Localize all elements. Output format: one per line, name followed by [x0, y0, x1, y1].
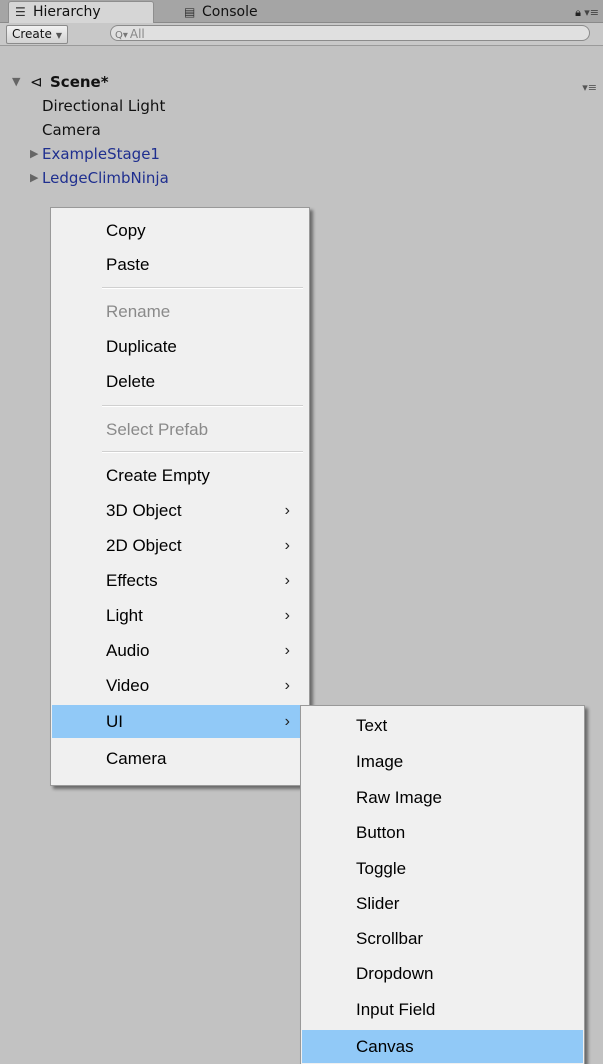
hierarchy-item[interactable]: Camera [0, 118, 603, 142]
menu-item-effects[interactable]: Effects › [52, 564, 308, 597]
expand-down-arrow-icon[interactable]: ▼ [12, 70, 20, 94]
submenu-item-raw-image[interactable]: Raw Image [302, 781, 583, 814]
hierarchy-item[interactable]: Directional Light [0, 94, 603, 118]
submenu-item-text[interactable]: Text [302, 709, 583, 742]
menu-item-light[interactable]: Light › [52, 599, 308, 632]
submenu-item-dropdown[interactable]: Dropdown [302, 957, 583, 990]
menu-item-delete[interactable]: Delete [52, 365, 308, 398]
menu-item-2d-object[interactable]: 2D Object › [52, 529, 308, 562]
hierarchy-list-icon: ☰ [15, 5, 26, 19]
tab-hierarchy[interactable]: ☰ Hierarchy [8, 1, 154, 23]
menu-item-label: Input Field [356, 1000, 436, 1019]
menu-item-video[interactable]: Video › [52, 669, 308, 702]
tab-menu-icon[interactable]: ▾≡ [584, 6, 599, 19]
search-icon: Q▾ [115, 30, 128, 41]
menu-item-label: Rename [106, 302, 171, 321]
chevron-right-icon: › [284, 502, 290, 519]
menu-item-label: Audio [106, 641, 150, 660]
menu-item-label: Canvas [356, 1037, 414, 1056]
chevron-right-icon: › [284, 713, 290, 730]
hierarchy-item-label: LedgeClimbNinja [42, 169, 169, 187]
context-menu: Copy Paste Rename Duplicate Delete Selec… [50, 207, 310, 786]
submenu-item-button[interactable]: Button [302, 816, 583, 849]
menu-item-create-empty[interactable]: Create Empty [52, 459, 308, 492]
expand-right-arrow-icon[interactable]: ▶ [30, 142, 38, 166]
menu-separator [102, 287, 303, 289]
menu-item-label: Dropdown [356, 964, 434, 983]
chevron-right-icon: › [284, 677, 290, 694]
chevron-down-icon: ▼ [55, 31, 63, 40]
menu-item-label: Raw Image [356, 788, 442, 807]
hierarchy-toolbar: Create ▼ Q▾ All [0, 23, 603, 46]
menu-item-label: Scrollbar [356, 929, 424, 948]
menu-item-copy[interactable]: Copy [52, 214, 308, 247]
menu-item-label: UI [106, 712, 123, 731]
menu-item-paste[interactable]: Paste [52, 248, 308, 281]
menu-item-label: Paste [106, 255, 150, 274]
menu-item-label: Camera [106, 749, 167, 768]
chevron-right-icon: › [284, 607, 290, 624]
tab-console[interactable]: ▤ Console [184, 2, 258, 22]
submenu-item-slider[interactable]: Slider [302, 887, 583, 920]
menu-item-label: Toggle [356, 859, 407, 878]
lock-icon[interactable]: 🔒︎ [575, 6, 581, 20]
search-input[interactable]: Q▾ All [110, 25, 590, 41]
menu-item-label: Copy [106, 221, 146, 240]
menu-item-label: Create Empty [106, 466, 210, 485]
menu-item-label: 3D Object [106, 501, 182, 520]
chevron-right-icon: › [284, 572, 290, 589]
submenu-item-scrollbar[interactable]: Scrollbar [302, 922, 583, 955]
menu-item-audio[interactable]: Audio › [52, 634, 308, 667]
menu-item-duplicate[interactable]: Duplicate [52, 330, 308, 363]
tab-hierarchy-label: Hierarchy [33, 4, 101, 20]
menu-item-label: Select Prefab [106, 420, 209, 439]
scene-row[interactable]: ▼ ⊲ Scene* ▾≡ [0, 70, 603, 94]
menu-item-label: Text [356, 716, 388, 735]
hierarchy-item-prefab[interactable]: ▶ LedgeClimbNinja [0, 166, 603, 190]
menu-item-label: Slider [356, 894, 400, 913]
menu-item-ui[interactable]: UI › [52, 705, 308, 738]
menu-item-label: Button [356, 823, 406, 842]
menu-item-label: Duplicate [106, 337, 177, 356]
hierarchy-item-prefab[interactable]: ▶ ExampleStage1 [0, 142, 603, 166]
submenu-item-canvas[interactable]: Canvas [302, 1030, 583, 1063]
menu-separator [102, 405, 303, 407]
menu-item-rename: Rename [52, 295, 308, 328]
hierarchy-item-label: Directional Light [42, 97, 166, 115]
hierarchy-item-label: Camera [42, 121, 101, 139]
menu-item-label: Effects [106, 571, 158, 590]
menu-item-label: Image [356, 752, 404, 771]
unity-logo-icon: ⊲ [30, 73, 43, 91]
menu-item-label: Delete [106, 372, 156, 391]
menu-item-camera[interactable]: Camera [52, 742, 308, 775]
create-label: Create [12, 27, 52, 41]
create-dropdown-button[interactable]: Create ▼ [6, 25, 69, 44]
menu-separator [102, 451, 303, 453]
ui-submenu: Text Image Raw Image Button Toggle Slide… [300, 705, 585, 1064]
menu-item-select-prefab: Select Prefab [52, 413, 308, 446]
scene-name: Scene* [50, 73, 109, 91]
search-placeholder: All [129, 27, 145, 41]
menu-item-3d-object[interactable]: 3D Object › [52, 494, 308, 527]
console-icon: ▤ [184, 5, 196, 19]
expand-right-arrow-icon[interactable]: ▶ [30, 166, 38, 190]
menu-item-label: Video [106, 676, 150, 695]
submenu-item-input-field[interactable]: Input Field [302, 993, 583, 1026]
submenu-item-image[interactable]: Image [302, 745, 583, 778]
hierarchy-window: ☰ Hierarchy ▤ Console 🔒︎ ▾≡ Create ▼ Q▾ All … [0, 0, 603, 1064]
chevron-right-icon: › [284, 537, 290, 554]
menu-item-label: Light [106, 606, 143, 625]
tab-strip: ☰ Hierarchy ▤ Console 🔒︎ ▾≡ [0, 0, 603, 23]
tab-console-label: Console [202, 4, 258, 20]
submenu-item-toggle[interactable]: Toggle [302, 852, 583, 885]
hierarchy-item-label: ExampleStage1 [42, 145, 160, 163]
chevron-right-icon: › [284, 642, 290, 659]
menu-item-label: 2D Object [106, 536, 182, 555]
